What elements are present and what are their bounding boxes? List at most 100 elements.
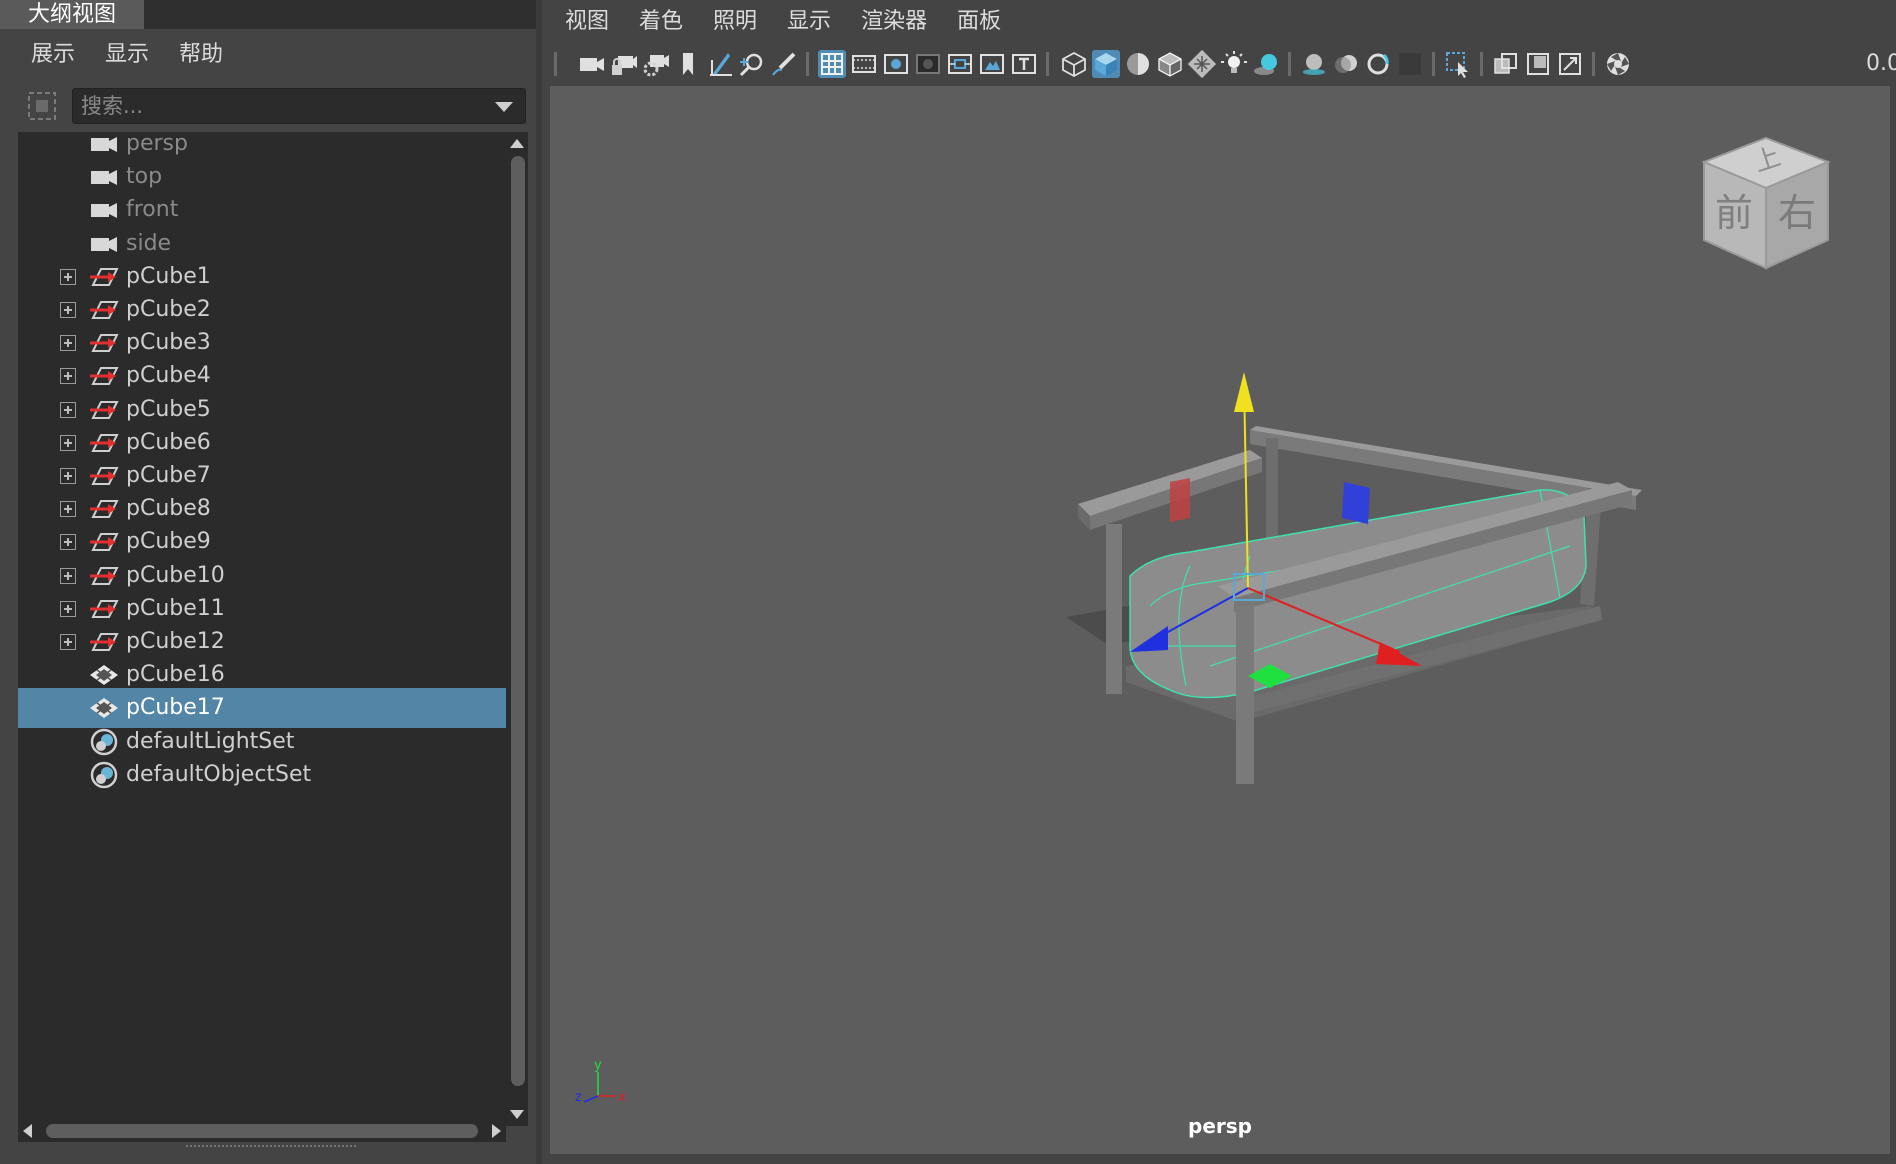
default-material-icon[interactable] (1124, 50, 1152, 78)
menu-lighting[interactable]: 照明 (698, 0, 772, 44)
camera-icon[interactable] (578, 50, 606, 78)
exposure-value[interactable]: 0.0 (1866, 44, 1896, 84)
safe-title-icon[interactable] (1010, 50, 1038, 78)
outliner-search-row: 搜索... (20, 88, 526, 124)
axis-indicator-y-label: y (594, 1058, 602, 1073)
transform-icon (90, 633, 119, 651)
menu-view[interactable]: 视图 (550, 0, 624, 44)
expand-icon[interactable] (60, 634, 76, 650)
exposure-icon[interactable] (1604, 50, 1632, 78)
motion-blur-icon[interactable] (1332, 50, 1360, 78)
camera-icon (91, 236, 117, 252)
expand-icon[interactable] (60, 567, 76, 584)
expand-icon[interactable] (60, 434, 76, 451)
wireframe-icon[interactable] (1060, 50, 1088, 78)
resize-handle[interactable] (186, 1145, 356, 1149)
camera-icon (91, 137, 117, 152)
lock-camera-icon[interactable] (610, 50, 638, 78)
yz-plane-handle[interactable] (1342, 482, 1370, 524)
expand-icon[interactable] (60, 600, 76, 617)
3d-viewport[interactable]: 上 前 右 y x z persp (550, 86, 1890, 1154)
transform-icon (90, 533, 119, 552)
toolbar-separator (1046, 52, 1049, 76)
viewport-menu-bar: 视图 着色 照明 显示 渲染器 面板 (550, 0, 1016, 44)
vertical-scroll-thumb[interactable] (511, 156, 525, 1086)
scroll-up-icon[interactable] (510, 138, 524, 148)
safe-action-icon[interactable] (978, 50, 1006, 78)
scroll-down-icon[interactable] (510, 1110, 524, 1120)
horizontal-scrollbar[interactable] (18, 1120, 506, 1142)
menu-help[interactable]: 帮助 (164, 30, 238, 80)
menu-shading[interactable]: 着色 (624, 0, 698, 44)
outliner-tree: persp top front side pCube1 pCube2 pCube3 pCube… (18, 131, 506, 1126)
shadows-icon[interactable] (1252, 50, 1280, 78)
gate-mask-icon[interactable] (914, 50, 942, 78)
isolate-select-icon[interactable] (1444, 50, 1472, 78)
menu-panels[interactable]: 面板 (942, 0, 1016, 44)
set-icon (90, 728, 118, 755)
depth-of-field-icon[interactable] (1396, 50, 1424, 78)
chair-right-front-leg (1236, 606, 1254, 784)
expand-icon[interactable] (60, 268, 76, 285)
scroll-left-icon[interactable] (22, 1124, 32, 1138)
axis-indicator: y x z (575, 1058, 626, 1105)
grease-pencil-icon[interactable] (770, 50, 798, 78)
transform-icon (90, 599, 119, 618)
bookmark-icon[interactable] (674, 50, 702, 78)
horizontal-scroll-thumb[interactable] (46, 1124, 478, 1138)
toolbar-separator (554, 52, 557, 76)
transform-icon (90, 267, 119, 286)
y-axis-arrow[interactable] (1234, 372, 1254, 412)
outliner-tab[interactable]: 大纲视图 (0, 0, 144, 29)
axis-indicator-z-label: z (575, 1090, 582, 1105)
resolution-gate-icon[interactable] (882, 50, 910, 78)
vertical-scrollbar[interactable] (506, 132, 528, 1126)
camera-name-label: persp (1188, 1114, 1252, 1138)
menu-display[interactable]: 显示 (90, 30, 164, 80)
grid-icon[interactable] (818, 50, 846, 78)
expand-icon[interactable] (60, 335, 76, 352)
expand-icon[interactable] (60, 302, 76, 318)
multisample-aa-icon[interactable] (1364, 50, 1392, 78)
toolbar-separator (1480, 52, 1483, 76)
set-icon (90, 761, 118, 789)
outliner-item[interactable]: defaultObjectSet (18, 755, 506, 795)
smooth-shade-icon[interactable] (1092, 50, 1120, 78)
xray-components-icon[interactable] (1556, 50, 1584, 78)
search-input[interactable]: 搜索... (72, 88, 526, 124)
toolbar-separator (806, 52, 809, 76)
image-plane-icon[interactable] (706, 50, 734, 78)
film-gate-icon[interactable] (850, 50, 878, 78)
xray-joints-icon[interactable] (1524, 50, 1552, 78)
textured-icon[interactable] (1188, 50, 1216, 78)
expand-icon[interactable] (60, 501, 76, 518)
filter-icon[interactable] (26, 90, 58, 122)
menu-renderer[interactable]: 渲染器 (846, 0, 942, 44)
field-chart-icon[interactable] (946, 50, 974, 78)
axis-indicator-x-label: x (618, 1090, 626, 1105)
menu-show[interactable]: 显示 (772, 0, 846, 44)
xray-icon[interactable] (1492, 50, 1520, 78)
expand-icon[interactable] (60, 368, 76, 385)
2d-pan-zoom-icon[interactable] (738, 50, 766, 78)
outliner-menu-bar: 展示 显示 帮助 (16, 30, 238, 80)
transform-icon (90, 301, 119, 319)
chevron-down-icon[interactable] (495, 102, 513, 112)
scroll-right-icon[interactable] (492, 1124, 502, 1138)
scene-model[interactable] (550, 86, 1890, 1154)
wireframe-on-shaded-icon[interactable] (1156, 50, 1184, 78)
expand-icon[interactable] (60, 534, 76, 551)
expand-icon[interactable] (60, 401, 76, 418)
use-all-lights-icon[interactable] (1220, 50, 1248, 78)
menu-show[interactable]: 展示 (16, 30, 90, 80)
transform-icon (90, 500, 119, 519)
transform-icon (90, 334, 119, 353)
toolbar-separator (1432, 52, 1435, 76)
expand-icon[interactable] (60, 468, 76, 484)
camera-attributes-icon[interactable] (642, 50, 670, 78)
chair-left-front-leg (1106, 524, 1122, 694)
chair-back-rail-top (1250, 426, 1642, 496)
screen-space-ao-icon[interactable] (1300, 50, 1328, 78)
search-placeholder: 搜索... (81, 94, 144, 118)
xy-plane-handle[interactable] (1170, 478, 1190, 522)
